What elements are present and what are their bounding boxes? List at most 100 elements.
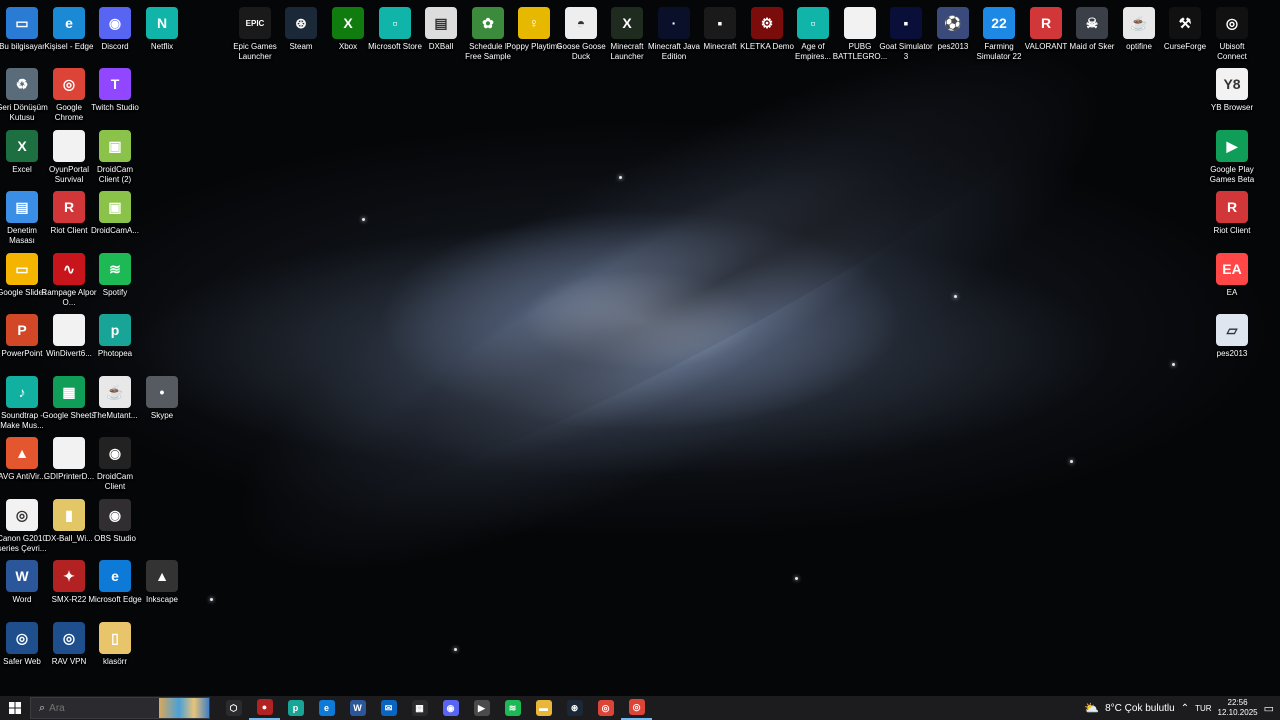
desktop-icon[interactable]: ▪ Minecraft	[695, 5, 745, 52]
java-icon: ☕	[1123, 7, 1155, 39]
desktop-icon[interactable]: ◉ DroidCam Client	[90, 435, 140, 492]
desktop-icon[interactable]: ▱ pes2013	[1207, 312, 1257, 359]
desktop-icon[interactable]: ▲ Inkscape	[137, 558, 187, 605]
desktop-icon[interactable]: ▣ DroidCamA...	[90, 189, 140, 236]
java-icon: ☕	[99, 376, 131, 408]
taskbar-app-mail[interactable]: ✉	[373, 696, 404, 720]
desktop-icon-label: Netflix	[150, 42, 174, 51]
notification-icon[interactable]: ▭	[1264, 702, 1274, 715]
desktop-icon[interactable]: ☠ Maid of Sker	[1067, 5, 1117, 52]
desktop-icon-label: Ubisoft Connect	[1217, 42, 1247, 61]
desktop-icon[interactable]: Y8 YB Browser	[1207, 66, 1257, 113]
desktop-icon[interactable]: p Photopea	[90, 312, 140, 359]
taskbar-app-chrome[interactable]: ◎	[590, 696, 621, 720]
language-indicator[interactable]: TUR	[1195, 704, 1211, 713]
desktop-icon[interactable]: ▣ DroidCam Client (2)	[90, 128, 140, 185]
taskbar-app-media[interactable]: ▶	[466, 696, 497, 720]
weather-icon[interactable]: ⛅	[1084, 701, 1099, 715]
taskbar-app-photopea[interactable]: p	[280, 696, 311, 720]
taskbar-app-spotify[interactable]: ≋	[497, 696, 528, 720]
taskbar-app-discord[interactable]: ◉	[435, 696, 466, 720]
taskbar-app-file-explorer[interactable]: ▬	[528, 696, 559, 720]
search-box[interactable]: ⌕	[30, 697, 210, 719]
desktop-icon[interactable]: ▶ Google Play Games Beta	[1207, 128, 1257, 185]
desktop-icon[interactable]: ▪ Goat Simulator 3	[879, 5, 933, 62]
photopea-icon: p	[99, 314, 131, 346]
desktop-icon[interactable]: ◎ Ubisoft Connect	[1207, 5, 1257, 62]
poppy-icon: ♀	[518, 7, 550, 39]
desktop-icon[interactable]: ▭ Google Slides	[0, 251, 47, 298]
riot-icon: R	[53, 191, 85, 223]
desktop-icon-label: Inkscape	[145, 595, 179, 604]
discord-icon: ◉	[99, 7, 131, 39]
taskbar-app-task-view[interactable]: ⬡	[218, 696, 249, 720]
desktop-icon[interactable]: ☕ TheMutant...	[90, 374, 140, 421]
desktop-icon[interactable]: · Minecraft Java Edition	[648, 5, 700, 62]
xbox-icon: X	[332, 7, 364, 39]
desktop-icon[interactable]: P PowerPoint	[0, 312, 47, 359]
desktop-icon[interactable]: R Riot Client	[1207, 189, 1257, 236]
taskbar-app-word[interactable]: W	[342, 696, 373, 720]
desktop-icon[interactable]: ▭ Bu bilgisayar	[0, 5, 47, 52]
desktop-icon[interactable]: ◉ Discord	[90, 5, 140, 52]
desktop-icon[interactable]: ⊛ Steam	[276, 5, 326, 52]
desktop-icon[interactable]: ▤ DXBall	[416, 5, 466, 52]
desktop-icon[interactable]: ▲ AVG AntiVir...	[0, 435, 47, 482]
sheets-icon: ▦	[53, 376, 85, 408]
store-icon: ▫	[379, 7, 411, 39]
powerpoint-icon: P	[6, 314, 38, 346]
desktop-icon[interactable]: ≋ Spotify	[90, 251, 140, 298]
weather-text[interactable]: 8°C Çok bulutlu	[1105, 703, 1175, 714]
desktop-icon[interactable]: ♪ Soundtrap - Make Mus...	[0, 374, 47, 431]
search-input[interactable]	[45, 701, 152, 715]
desktop-icon[interactable]: ⚒ CurseForge	[1160, 5, 1210, 52]
chevron-up-icon[interactable]: ⌃	[1181, 703, 1189, 714]
desktop-icon[interactable]: ∿ Rampage Alpor O...	[41, 251, 97, 308]
desktop-icon[interactable]: ▫ Age of Empires...	[788, 5, 838, 62]
desktop-icon[interactable]: W Word	[0, 558, 47, 605]
clock[interactable]: 22:56 12.10.2025	[1218, 698, 1258, 718]
desktop-icon[interactable]: ▯ klasörr	[90, 620, 140, 667]
desktop-icon-label: Spotify	[102, 288, 128, 297]
computer-icon: ▭	[6, 7, 38, 39]
desktop-icon[interactable]: ◎ Canon G2010 series Çevri...	[0, 497, 47, 554]
search-highlight-illustration[interactable]	[159, 698, 209, 718]
desktop-icon[interactable]: N Netflix	[137, 5, 187, 52]
desktop-icon[interactable]: EPIC Epic Games Launcher	[230, 5, 280, 62]
desktop-icon[interactable]: ✿ Schedule I Free Sample	[463, 5, 513, 62]
desktop-icon[interactable]: • Skype	[137, 374, 187, 421]
star	[619, 176, 622, 179]
star	[454, 648, 457, 651]
inkscape-icon: ▲	[146, 560, 178, 592]
minecraft-launcher-icon: X	[611, 7, 643, 39]
vpn-icon: ◎	[53, 622, 85, 654]
start-button[interactable]	[0, 696, 30, 720]
desktop-icon[interactable]: ♀ Poppy Playtime	[506, 5, 562, 52]
taskbar-app-edge[interactable]: e	[311, 696, 342, 720]
pes-icon: ▱	[1216, 314, 1248, 346]
desktop-icon[interactable]: ◎ Safer Web	[0, 620, 47, 667]
star	[362, 218, 365, 221]
desktop-icon[interactable]: e Microsoft Edge	[88, 558, 142, 605]
desktop-icon[interactable]: X Xbox	[323, 5, 373, 52]
desktop-icon[interactable]: T Twitch Studio	[90, 66, 140, 113]
file-icon	[53, 130, 85, 162]
desktop-icon[interactable]: X Minecraft Launcher	[602, 5, 652, 62]
taskbar-app-chrome-active[interactable]: ◎	[621, 696, 652, 720]
recycle-bin-icon: ♻	[6, 68, 38, 100]
desktop-icon[interactable]: 22 Farming Simulator 22	[974, 5, 1024, 62]
taskbar-app-store[interactable]: ▦	[404, 696, 435, 720]
desktop-icon[interactable]: ◎ Google Chrome	[44, 66, 94, 123]
desktop-icon[interactable]: EA EA	[1207, 251, 1257, 298]
taskbar-app-app-red-orb[interactable]: ●	[249, 696, 280, 720]
desktop-icon-label: OBS Studio	[94, 534, 136, 543]
pes-icon: ⚽	[937, 7, 969, 39]
desktop-icon[interactable]: X Excel	[0, 128, 47, 175]
taskbar-app-steam[interactable]: ⊛	[559, 696, 590, 720]
media-icon: ▶	[473, 700, 490, 716]
desktop-icon[interactable]: ▤ Denetim Masası	[0, 189, 47, 246]
desktop-icon[interactable]: ♻ Geri Dönüşüm Kutusu	[0, 66, 48, 123]
desktop-icon[interactable]: ◉ OBS Studio	[90, 497, 140, 544]
age-of-empires-icon: ▫	[797, 7, 829, 39]
desktop-icon-label: DroidCamA...	[90, 226, 139, 235]
